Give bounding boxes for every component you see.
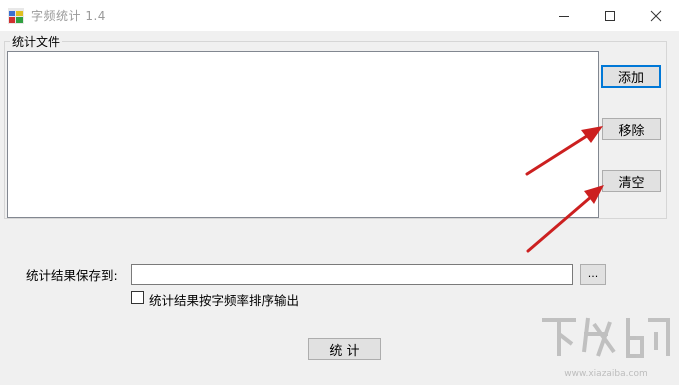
arrow-to-remove-icon xyxy=(525,126,603,176)
arrow-to-clear-icon xyxy=(526,185,604,253)
watermark-logo: www.xiazaiba.com xyxy=(542,317,670,379)
watermark-url: www.xiazaiba.com xyxy=(564,369,648,379)
